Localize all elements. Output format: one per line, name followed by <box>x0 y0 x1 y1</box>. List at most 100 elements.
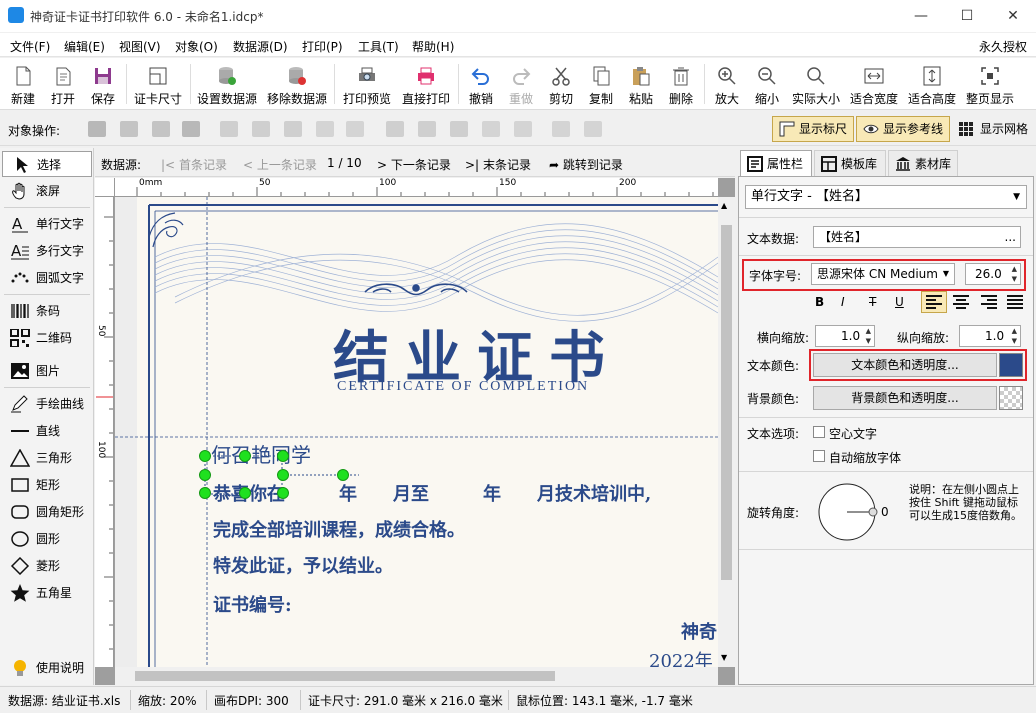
align-bottom-icon[interactable] <box>450 121 468 137</box>
tool-rectangle[interactable]: 矩形 <box>2 472 92 498</box>
spin-up-icon[interactable]: ▲ <box>866 327 871 335</box>
align-center-icon[interactable] <box>252 121 270 137</box>
rotation-dial[interactable] <box>815 481 879 543</box>
zoom-out-button[interactable]: 缩小 <box>748 58 786 110</box>
tool-line[interactable]: 直线 <box>2 418 92 444</box>
tool-rounded-rect[interactable]: 圆角矩形 <box>2 499 92 525</box>
strikethrough-button[interactable]: T <box>869 295 876 309</box>
justify-icon[interactable] <box>1007 295 1023 309</box>
scroll-up-icon[interactable]: ▲ <box>721 201 727 210</box>
layer-top-icon[interactable] <box>88 121 106 137</box>
tool-select[interactable]: 选择 <box>2 151 92 177</box>
bold-button[interactable]: B <box>815 295 824 309</box>
text-data-ellipsis-button[interactable]: ... <box>1005 227 1016 247</box>
menu-help[interactable]: 帮助(H) <box>412 38 454 55</box>
menu-print[interactable]: 打印(P) <box>302 38 343 55</box>
italic-button[interactable]: I <box>841 295 845 309</box>
tool-arc-text[interactable]: 圆弧文字 <box>2 265 92 291</box>
align-left-icon[interactable] <box>220 121 238 137</box>
resize-handle[interactable] <box>199 469 211 481</box>
align-top-icon[interactable] <box>386 121 404 137</box>
delete-button[interactable]: 删除 <box>662 58 700 110</box>
text-color-button[interactable]: 文本颜色和透明度... <box>813 353 997 377</box>
copy-button[interactable]: 复制 <box>582 58 620 110</box>
horizontal-scrollbar[interactable] <box>115 667 718 685</box>
spin-up-icon[interactable]: ▲ <box>1012 327 1017 335</box>
menu-file[interactable]: 文件(F) <box>10 38 50 55</box>
help-button[interactable]: 使用说明 <box>2 655 92 681</box>
tool-diamond[interactable]: 菱形 <box>2 553 92 579</box>
align-right-icon[interactable] <box>284 121 302 137</box>
align-center-icon[interactable] <box>953 295 969 309</box>
tool-barcode[interactable]: 条码 <box>2 298 92 324</box>
same-width-icon[interactable] <box>346 121 364 137</box>
align-middle-icon[interactable] <box>418 121 436 137</box>
design-canvas[interactable]: 0mm 50 100 150 200 50 100 结业证书 CERTIFICA… <box>95 178 735 685</box>
menu-datasource[interactable]: 数据源(D) <box>233 38 288 55</box>
show-grid-toggle[interactable]: 显示网格 <box>956 116 1028 142</box>
direct-print-button[interactable]: 直接打印 <box>398 58 454 110</box>
align-right-icon[interactable] <box>981 295 997 309</box>
first-record-button[interactable]: |< 首条记录 <box>161 156 227 173</box>
hollow-text-checkbox[interactable] <box>813 426 825 438</box>
font-name-select[interactable]: 思源宋体 CN Medium ▼ <box>811 263 955 285</box>
layer-up-icon[interactable] <box>120 121 138 137</box>
open-button[interactable]: 打开 <box>44 58 82 110</box>
tool-triangle[interactable]: 三角形 <box>2 445 92 471</box>
align-left-button[interactable] <box>921 291 947 313</box>
font-size-spinner[interactable]: 26.0 ▲ ▼ <box>965 263 1021 285</box>
tool-freehand[interactable]: 手绘曲线 <box>2 391 92 417</box>
text-color-swatch[interactable] <box>999 353 1023 377</box>
menu-view[interactable]: 视图(V) <box>119 38 161 55</box>
distribute-h-icon[interactable] <box>316 121 334 137</box>
jump-record-button[interactable]: ➦ 跳转到记录 <box>549 156 623 173</box>
resize-handle[interactable] <box>239 450 251 462</box>
resize-handle[interactable] <box>199 450 211 462</box>
maximize-button[interactable]: ☐ <box>944 0 990 32</box>
undo-button[interactable]: 撤销 <box>462 58 500 110</box>
actual-size-button[interactable]: 实际大小 <box>788 58 844 110</box>
auto-scale-checkbox[interactable] <box>813 450 825 462</box>
tab-templates[interactable]: 模板库 <box>814 150 886 176</box>
text-data-field[interactable]: 【姓名】 ... <box>813 226 1021 248</box>
tab-materials[interactable]: 素材库 <box>888 150 958 176</box>
vscale-spinner[interactable]: 1.0 ▲ ▼ <box>959 325 1021 347</box>
ungroup-icon[interactable] <box>584 121 602 137</box>
menu-edit[interactable]: 编辑(E) <box>64 38 105 55</box>
hscale-spinner[interactable]: 1.0 ▲ ▼ <box>815 325 875 347</box>
layer-bottom-icon[interactable] <box>182 121 200 137</box>
same-height-icon[interactable] <box>514 121 532 137</box>
spin-up-icon[interactable]: ▲ <box>1012 265 1017 273</box>
bg-color-swatch[interactable] <box>999 386 1023 410</box>
new-button[interactable]: 新建 <box>4 58 42 110</box>
set-datasource-button[interactable]: 设置数据源 <box>194 58 260 110</box>
horizontal-scroll-thumb[interactable] <box>135 671 555 681</box>
paste-button[interactable]: 粘贴 <box>622 58 660 110</box>
save-button[interactable]: 保存 <box>84 58 122 110</box>
bg-color-button[interactable]: 背景颜色和透明度... <box>813 386 997 410</box>
vertical-scrollbar[interactable]: ▲ ▼ <box>718 197 735 667</box>
resize-handle[interactable] <box>199 487 211 499</box>
object-select[interactable]: 单行文字 - 【姓名】 ▼ <box>745 185 1027 209</box>
group-icon[interactable] <box>552 121 570 137</box>
print-preview-button[interactable]: 打印预览 <box>338 58 396 110</box>
menu-object[interactable]: 对象(O) <box>175 38 218 55</box>
fit-height-button[interactable]: 适合高度 <box>904 58 960 110</box>
spin-down-icon[interactable]: ▼ <box>866 337 871 345</box>
resize-handle[interactable] <box>277 450 289 462</box>
vertical-scroll-thumb[interactable] <box>721 225 732 580</box>
cut-button[interactable]: 剪切 <box>542 58 580 110</box>
show-guides-toggle[interactable]: 显示参考线 <box>856 116 950 142</box>
last-record-button[interactable]: >| 末条记录 <box>465 156 531 173</box>
next-record-button[interactable]: > 下一条记录 <box>377 156 451 173</box>
tool-scroll[interactable]: 滚屏 <box>2 178 92 204</box>
fit-width-button[interactable]: 适合宽度 <box>846 58 902 110</box>
rotate-handle[interactable] <box>337 469 349 481</box>
resize-handle[interactable] <box>277 487 289 499</box>
menu-tools[interactable]: 工具(T) <box>358 38 399 55</box>
spin-down-icon[interactable]: ▼ <box>1012 275 1017 283</box>
tool-circle[interactable]: 圆形 <box>2 526 92 552</box>
tab-properties[interactable]: 属性栏 <box>740 150 812 176</box>
close-button[interactable]: ✕ <box>990 0 1036 32</box>
remove-datasource-button[interactable]: 移除数据源 <box>264 58 330 110</box>
